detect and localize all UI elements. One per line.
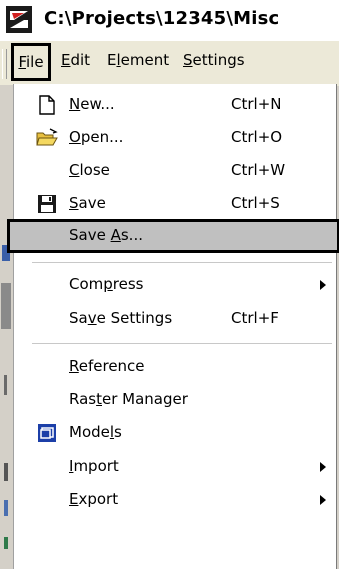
- menu-edit-rest: dit: [70, 51, 91, 69]
- left-toolbar-strip: [0, 85, 14, 569]
- menu-item-save-settings[interactable]: Save Settings Ctrl+F: [14, 302, 336, 336]
- menu-item-label: Raster Manager: [69, 390, 188, 408]
- shortcut-label: Ctrl+W: [231, 161, 286, 179]
- models-icon: [38, 424, 56, 442]
- menu-file-rest: ile: [25, 53, 44, 71]
- submenu-arrow-icon: [320, 495, 326, 505]
- menu-file[interactable]: File: [11, 43, 51, 81]
- shortcut-label: Ctrl+F: [231, 309, 279, 327]
- menu-item-export[interactable]: Export: [14, 483, 336, 517]
- menu-item-label: Close: [69, 161, 110, 179]
- menu-item-open[interactable]: Open... Ctrl+O: [14, 121, 336, 155]
- file-menu-dropdown: New... Ctrl+N Open... Ctrl+O Close Ctrl+…: [7, 84, 339, 569]
- menubar-grip[interactable]: [2, 49, 7, 79]
- menu-item-import[interactable]: Import: [14, 450, 336, 484]
- menu-item-close[interactable]: Close Ctrl+W: [14, 154, 336, 188]
- menu-item-label: Save: [69, 194, 106, 212]
- menu-item-models[interactable]: Models: [14, 416, 336, 450]
- toolbar-mark: [4, 463, 8, 481]
- menu-settings-rest: ettings: [192, 51, 245, 69]
- title-bar: C:\Projects\12345\Misc: [0, 0, 339, 40]
- shortcut-label: Ctrl+S: [231, 194, 280, 212]
- shortcut-label: Ctrl+O: [231, 128, 283, 146]
- menu-settings-mnemonic: S: [183, 51, 193, 69]
- menu-item-compress[interactable]: Compress: [14, 268, 336, 302]
- toolbar-mark: [1, 283, 11, 329]
- open-folder-icon: [36, 128, 58, 146]
- shortcut-label: Ctrl+N: [231, 95, 282, 113]
- menu-item-label: Models: [69, 423, 122, 441]
- menu-settings[interactable]: Settings: [183, 51, 245, 69]
- menu-item-label: Save As...: [69, 226, 143, 244]
- menu-item-label: Import: [69, 457, 119, 475]
- menu-item-label: New...: [69, 95, 115, 113]
- submenu-arrow-icon: [320, 280, 326, 290]
- menu-edit[interactable]: Edit: [61, 51, 90, 69]
- window-title: C:\Projects\12345\Misc: [44, 8, 280, 29]
- menu-item-label: Reference: [69, 357, 145, 375]
- menu-item-label: Save Settings: [69, 309, 173, 327]
- menu-file-mnemonic: F: [18, 53, 26, 71]
- menu-item-label: Export: [69, 490, 119, 508]
- menu-separator: [32, 343, 332, 344]
- save-disk-icon: [38, 195, 56, 213]
- menu-item-save[interactable]: Save Ctrl+S: [14, 187, 336, 221]
- toolbar-mark: [4, 537, 8, 549]
- menu-separator: [32, 262, 332, 263]
- menu-element-rest: ement: [120, 51, 170, 69]
- new-document-icon: [39, 95, 55, 115]
- menu-item-label: Compress: [69, 275, 144, 293]
- menu-element[interactable]: Element: [107, 51, 169, 69]
- menu-item-reference[interactable]: Reference: [14, 350, 336, 384]
- menu-item-save-as[interactable]: Save As...: [7, 219, 339, 253]
- menu-item-new[interactable]: New... Ctrl+N: [14, 88, 336, 122]
- menu-bar: File Edit Element Settings: [0, 40, 339, 86]
- submenu-arrow-icon: [320, 462, 326, 472]
- microstation-app-icon: [6, 6, 32, 33]
- menu-item-raster-manager[interactable]: Raster Manager: [14, 383, 336, 417]
- menu-item-label: Open...: [69, 128, 124, 146]
- toolbar-mark: [4, 500, 8, 516]
- toolbar-mark: [4, 375, 7, 395]
